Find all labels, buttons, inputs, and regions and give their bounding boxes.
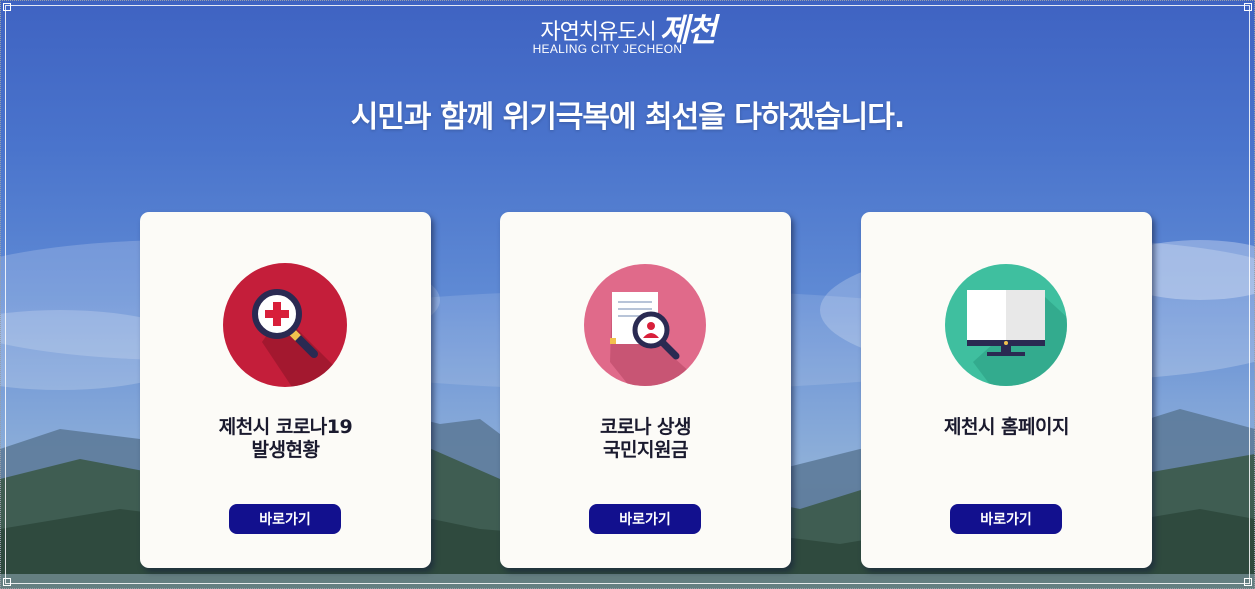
go-button-covid-status[interactable]: 바로가기 (229, 504, 341, 534)
corner-mark (3, 3, 11, 11)
go-button-support-fund[interactable]: 바로가기 (589, 504, 701, 534)
logo-subtitle: HEALING CITY JECHEON (532, 42, 683, 56)
go-button-homepage[interactable]: 바로가기 (950, 504, 1062, 534)
card-title-line: 제천시 홈페이지 (944, 416, 1069, 438)
card-title: 제천시 홈페이지 (861, 416, 1152, 439)
corner-mark (1244, 578, 1252, 586)
card-title-line: 발생현황 (251, 439, 320, 461)
card-support-fund: 코로나 상생 국민지원금 바로가기 (500, 212, 791, 568)
document-magnifier-person-icon (582, 262, 708, 388)
corner-mark (3, 578, 11, 586)
landing-page: 자연치유도시 제천 HEALING CITY JECHEON 시민과 함께 위기… (0, 0, 1255, 589)
card-covid-status: 제천시 코로나19 발생현황 바로가기 (140, 212, 431, 568)
card-title: 제천시 코로나19 발생현황 (140, 416, 431, 462)
page-headline: 시민과 함께 위기극복에 최선을 다하겠습니다. (350, 100, 906, 135)
city-logo: 자연치유도시 제천 HEALING CITY JECHEON (0, 14, 1255, 56)
card-title-line: 제천시 코로나19 (218, 416, 353, 438)
card-title-line: 국민지원금 (603, 439, 688, 461)
corner-mark (1244, 3, 1252, 11)
computer-monitor-icon (943, 262, 1069, 388)
card-homepage: 제천시 홈페이지 바로가기 (861, 212, 1152, 568)
card-title: 코로나 상생 국민지원금 (500, 416, 791, 462)
magnifier-medical-cross-icon (222, 262, 348, 388)
card-title-line: 코로나 상생 (599, 416, 692, 438)
